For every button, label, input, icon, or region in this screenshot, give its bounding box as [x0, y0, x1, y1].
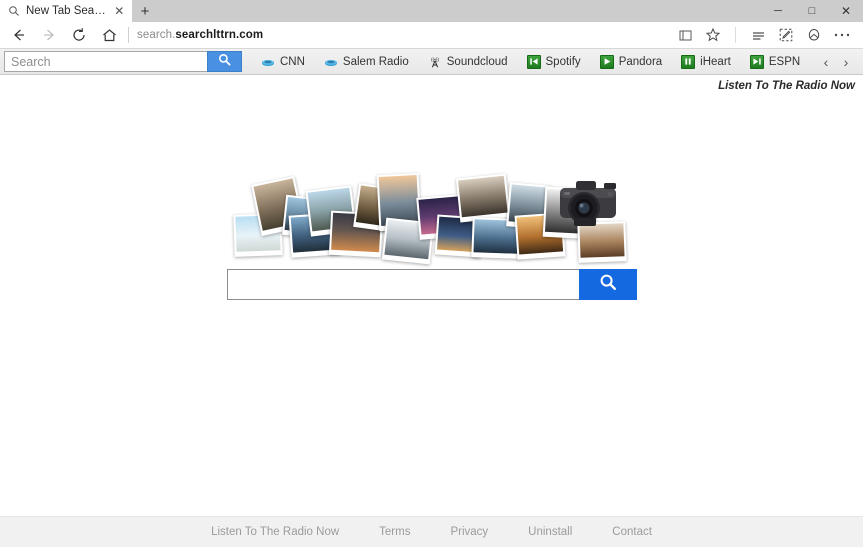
photo-collage [232, 172, 632, 265]
url-divider [128, 27, 129, 43]
radio-blue-icon [261, 55, 275, 69]
pause-icon [681, 54, 696, 69]
home-icon [102, 28, 116, 41]
ext-link-espn[interactable]: ESPN [741, 51, 809, 72]
back-arrow-icon [14, 29, 24, 41]
hero-area [0, 172, 863, 300]
radio-blue-icon [324, 55, 338, 69]
maximize-button[interactable]: □ [795, 0, 829, 22]
search-icon [218, 53, 231, 71]
footer-link-contact[interactable]: Contact [612, 526, 652, 538]
ext-link-label: Salem Radio [342, 55, 409, 68]
refresh-button[interactable] [64, 22, 94, 48]
previous-track-icon [526, 54, 541, 69]
favorites-star-icon[interactable] [700, 22, 726, 48]
ext-link-pandora[interactable]: Pandora [591, 51, 671, 72]
close-window-button[interactable]: ✕ [829, 0, 863, 22]
ext-link-label: ESPN [768, 55, 801, 68]
camera-icon [559, 181, 616, 226]
forward-arrow-icon [44, 29, 54, 41]
page-footer: Listen To The Radio Now Terms Privacy Un… [0, 516, 863, 547]
browser-tab[interactable]: New Tab Search ✕ [0, 0, 132, 22]
url-input[interactable]: search.searchlttrn.com [137, 29, 672, 41]
address-bar: search.searchlttrn.com [0, 22, 863, 48]
tab-title: New Tab Search [26, 5, 107, 17]
home-button[interactable] [94, 22, 124, 48]
more-icon[interactable] [829, 22, 855, 48]
search-icon [8, 5, 20, 17]
hub-icon[interactable] [745, 22, 771, 48]
extension-toolbar: CNN Salem Radio ((•)) Soundcloud [0, 48, 863, 75]
forward-button[interactable] [34, 22, 64, 48]
window-controls: ─ □ ✕ [761, 0, 863, 22]
new-tab-button[interactable]: + [132, 0, 158, 22]
minimize-button[interactable]: ─ [761, 0, 795, 22]
footer-link-privacy[interactable]: Privacy [450, 526, 488, 538]
ext-link-label: Spotify [545, 55, 581, 68]
browser-toolbar [672, 22, 855, 48]
ext-link-label: Pandora [618, 55, 663, 68]
ext-link-label: Soundcloud [446, 55, 508, 68]
reading-view-icon[interactable] [672, 22, 698, 48]
url-prefix: search. [137, 29, 176, 41]
web-note-icon[interactable] [773, 22, 799, 48]
extension-search-button[interactable] [207, 51, 242, 72]
ext-link-salem-radio[interactable]: Salem Radio [315, 51, 418, 72]
collage-photo [455, 173, 510, 223]
play-icon [599, 54, 614, 69]
search-icon [599, 273, 617, 296]
page-content: Listen To The Radio Now Listen To The Ra… [0, 76, 863, 547]
next-track-icon [749, 54, 764, 69]
ext-link-spotify[interactable]: Spotify [518, 51, 590, 72]
back-button[interactable] [4, 22, 34, 48]
refresh-icon [73, 28, 85, 41]
page-search-bar [226, 269, 637, 300]
page-corner-tagline: Listen To The Radio Now [718, 80, 855, 92]
page-search-button[interactable] [578, 269, 637, 300]
url-domain: searchlttrn.com [175, 29, 264, 41]
toolbar-divider [735, 27, 736, 43]
footer-link-listen[interactable]: Listen To The Radio Now [211, 526, 339, 538]
extension-search [4, 51, 242, 72]
tab-close-icon[interactable]: ✕ [113, 4, 126, 18]
broadcast-tower-icon: ((•)) [428, 55, 442, 69]
extension-search-input[interactable] [4, 51, 207, 72]
scroll-right-icon[interactable]: › [837, 51, 855, 73]
extension-scroll-arrows: ‹ › [817, 51, 859, 73]
footer-link-terms[interactable]: Terms [379, 526, 410, 538]
scroll-left-icon[interactable]: ‹ [817, 51, 835, 73]
tab-strip: New Tab Search ✕ + ─ □ ✕ [0, 0, 863, 22]
extension-links: CNN Salem Radio ((•)) Soundcloud Spotify… [252, 51, 817, 72]
ext-link-iheart[interactable]: iHeart [672, 51, 740, 72]
ext-link-soundcloud[interactable]: ((•)) Soundcloud [419, 51, 517, 72]
share-icon[interactable] [801, 22, 827, 48]
page-search-input[interactable] [226, 269, 579, 300]
footer-link-uninstall[interactable]: Uninstall [528, 526, 572, 538]
ext-link-label: CNN [280, 55, 305, 68]
ext-link-cnn[interactable]: CNN [252, 51, 314, 72]
ext-link-label: iHeart [700, 55, 731, 68]
